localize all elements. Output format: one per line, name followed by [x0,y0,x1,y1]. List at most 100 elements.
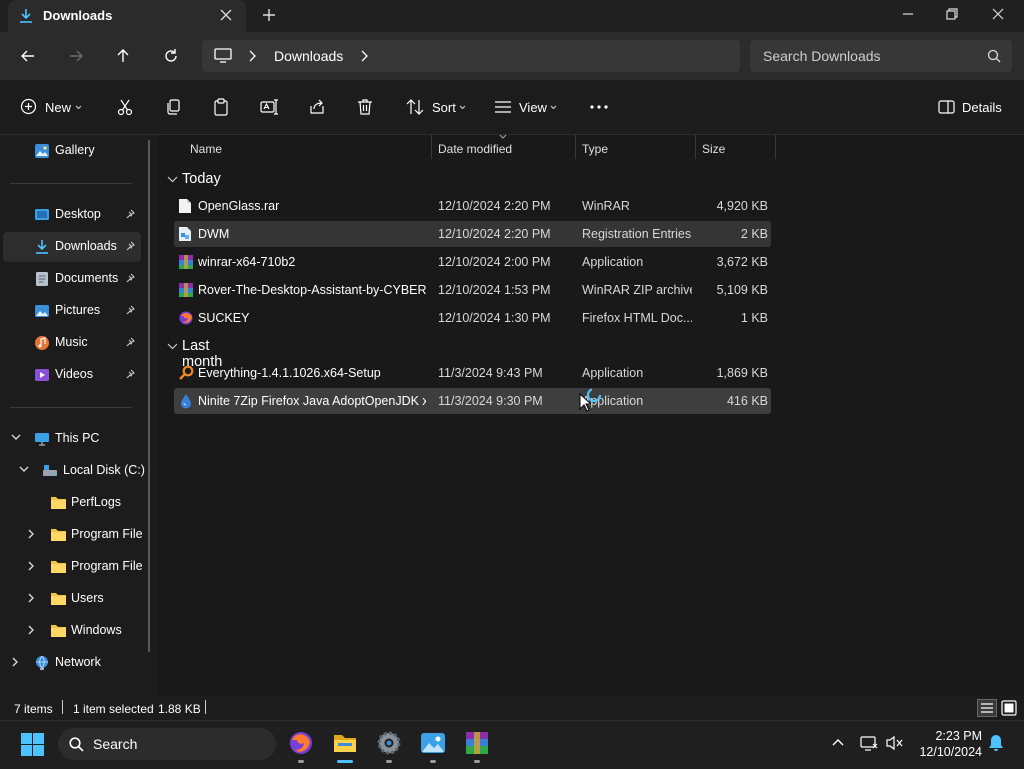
sidebar-item-videos[interactable]: Videos [0,360,140,390]
chevron-right-icon[interactable] [28,625,35,635]
chevron-up-icon[interactable] [832,738,844,746]
sidebar-item-desktop[interactable]: Desktop [0,200,140,230]
folder-icon [50,495,67,510]
sort-button[interactable]: Sort [400,90,474,124]
up-arrow-icon[interactable] [115,48,131,64]
chevron-down-icon[interactable] [11,434,21,441]
sort-chevron-icon [499,134,507,139]
column-header-size[interactable]: Size [702,142,725,156]
file-explorer-icon[interactable] [332,730,358,756]
sidebar-item-local-disk[interactable]: Local Disk (C:) [0,456,145,486]
column-divider[interactable] [695,135,696,159]
sidebar-item-network[interactable]: Network [0,648,140,678]
chevron-right-icon[interactable] [28,593,35,603]
search-icon[interactable] [987,49,1001,63]
search-icon [69,737,84,752]
notification-bell-icon[interactable] [988,734,1004,752]
address-bar[interactable]: Downloads [202,40,740,72]
file-size: 4,920 KB [716,199,768,213]
file-row[interactable]: DWM 12/10/2024 2:20 PM Registration Entr… [174,221,771,247]
sidebar-item-users[interactable]: Users [0,584,140,614]
file-type: Application [582,255,644,269]
sidebar-item-gallery[interactable]: Gallery [0,136,140,166]
column-header-date[interactable]: Date modified [438,142,512,156]
share-icon[interactable] [308,98,326,116]
tab-downloads[interactable]: Downloads [8,0,246,32]
rename-icon[interactable] [260,98,278,116]
file-name: Everything-1.4.1.1026.x64-Setup [198,366,381,380]
column-header-type[interactable]: Type [582,142,608,156]
file-row[interactable]: OpenGlass.rar 12/10/2024 2:20 PM WinRAR … [174,193,771,219]
folder-icon [50,623,67,638]
network-status-icon[interactable] [860,735,878,751]
winrar-taskbar-icon[interactable] [464,730,490,756]
details-button[interactable]: Details [932,90,1008,124]
sidebar-item-program-files-x86[interactable]: Program File [0,552,143,582]
sidebar-item-label: Gallery [55,143,95,157]
sidebar-item-pictures[interactable]: Pictures [0,296,140,326]
refresh-icon[interactable] [163,48,179,64]
sidebar-scrollbar[interactable] [148,140,150,652]
sort-label: Sort [432,100,456,115]
chevron-right-icon[interactable] [28,561,35,571]
new-button[interactable]: New [14,90,84,124]
paste-icon[interactable] [212,98,230,116]
column-header-name[interactable]: Name [190,142,222,156]
column-divider[interactable] [775,135,776,159]
cut-icon[interactable] [116,98,134,116]
clock-time[interactable]: 2:23 PM [932,729,982,743]
sidebar-item-documents[interactable]: Documents [0,264,140,294]
file-row[interactable]: winrar-x64-710b2 12/10/2024 2:00 PM Appl… [174,249,771,275]
new-tab-icon[interactable] [262,8,276,22]
chevron-down-icon[interactable] [19,466,29,473]
back-arrow-icon[interactable] [20,48,36,64]
sidebar-item-downloads[interactable]: Downloads [3,232,141,262]
music-icon [34,335,50,351]
sidebar-item-this-pc[interactable]: This PC [0,424,140,454]
file-date: 12/10/2024 2:00 PM [438,255,551,269]
pin-icon [125,369,135,379]
search-input[interactable]: Search Downloads [750,40,1012,72]
chevron-right-icon[interactable] [28,529,35,539]
file-row[interactable]: Rover-The-Desktop-Assistant-by-CYBER... … [174,277,771,303]
column-divider[interactable] [431,135,432,159]
copy-icon[interactable] [164,98,182,116]
details-view-icon[interactable] [977,699,997,717]
sidebar-item-perflogs[interactable]: PerfLogs [0,488,140,518]
close-window-icon[interactable] [992,8,1004,20]
sidebar-item-label: Downloads [55,239,117,253]
minimize-icon[interactable] [902,8,914,20]
file-row[interactable]: Everything-1.4.1.1026.x64-Setup 11/3/202… [174,360,771,386]
file-row[interactable]: Ninite 7Zip Firefox Java AdoptOpenJDK x.… [174,388,771,414]
view-label: View [519,100,547,115]
firefox-icon[interactable] [288,730,314,756]
clock-date[interactable]: 12/10/2024 [910,745,982,759]
breadcrumb-chevron-icon[interactable] [360,50,368,62]
taskbar-search[interactable]: Search [58,728,276,760]
forward-arrow-icon[interactable] [68,48,84,64]
photos-app-icon[interactable] [420,730,446,756]
sidebar-item-music[interactable]: Music [0,328,140,358]
settings-gear-icon[interactable] [376,730,402,756]
windows-start-icon[interactable] [21,733,44,756]
active-app-indicator [337,760,353,763]
sidebar-item-windows[interactable]: Windows [0,616,140,646]
file-row[interactable]: SUCKEY 12/10/2024 1:30 PM Firefox HTML D… [174,305,771,331]
tiles-view-icon[interactable] [1001,700,1017,716]
delete-icon[interactable] [356,98,374,116]
close-tab-icon[interactable] [220,9,232,21]
sidebar-item-program-files[interactable]: Program File [0,520,143,550]
divider [10,407,132,408]
item-count: 7 items [14,702,53,716]
view-button[interactable]: View [488,90,564,124]
chevron-right-icon[interactable] [12,657,19,667]
column-divider[interactable] [575,135,576,159]
breadcrumb-chevron-icon[interactable] [248,50,256,62]
chevron-down-icon [167,343,178,350]
restore-icon[interactable] [946,8,958,20]
more-options-icon[interactable] [590,105,608,109]
breadcrumb-downloads[interactable]: Downloads [274,48,343,64]
volume-muted-icon[interactable] [886,735,904,751]
file-type: WinRAR ZIP archive [582,283,692,297]
winrar-icon [178,254,194,270]
